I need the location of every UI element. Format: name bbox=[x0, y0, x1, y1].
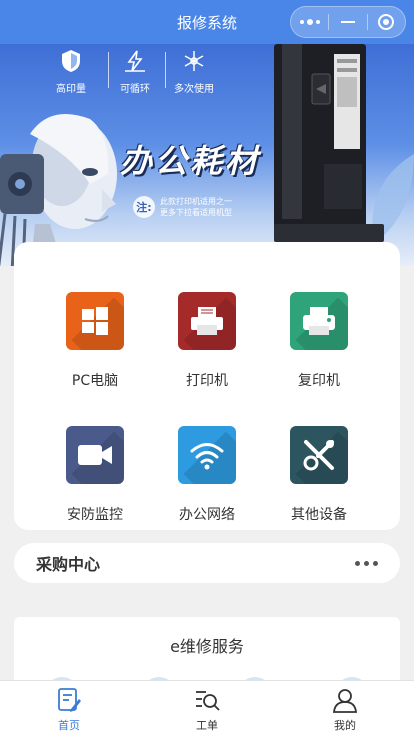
user-icon bbox=[333, 689, 357, 713]
category-grid-card: PC电脑 打印机 复印机 安防监控 办公网络 其他设备 bbox=[14, 242, 400, 530]
more-menu-button[interactable] bbox=[291, 7, 328, 37]
home-doc-icon bbox=[58, 688, 81, 712]
category-label: 安防监控 bbox=[67, 507, 123, 523]
category-security[interactable]: 安防监控 bbox=[40, 426, 150, 524]
feature-divider bbox=[108, 52, 109, 88]
category-label: 打印机 bbox=[186, 373, 228, 389]
top-nav-bar: 报修系统 bbox=[0, 0, 414, 44]
purchase-center-bar[interactable]: 采购中心 bbox=[14, 543, 400, 583]
tab-workorders[interactable]: 工单 bbox=[138, 681, 276, 736]
section-title: 采购中心 bbox=[36, 555, 101, 574]
shield-icon bbox=[58, 48, 84, 74]
close-target-icon bbox=[378, 14, 395, 30]
promo-banner[interactable]: 高印量 可循环 多次使用 办公耗材 注: 此款打印机适用之一 更多下拉看适用机型 bbox=[0, 44, 414, 266]
feature-recyclable: 可循环 bbox=[120, 48, 150, 95]
more-dots-icon[interactable] bbox=[355, 560, 378, 566]
section-title: e维修服务 bbox=[170, 637, 244, 656]
note-text: 此款打印机适用之一 更多下拉看适用机型 bbox=[160, 196, 232, 218]
category-label: PC电脑 bbox=[71, 373, 119, 389]
bottom-tab-bar: 首页 工单 我的 bbox=[0, 680, 414, 736]
category-label: 其他设备 bbox=[291, 507, 347, 523]
banner-note: 注: 此款打印机适用之一 更多下拉看适用机型 bbox=[133, 196, 232, 218]
snowflake-icon bbox=[181, 48, 207, 74]
minimize-icon bbox=[340, 21, 355, 23]
printer-icon bbox=[178, 292, 236, 350]
category-label: 办公网络 bbox=[179, 507, 235, 523]
wifi-icon bbox=[178, 426, 236, 484]
bolt-icon bbox=[122, 48, 148, 74]
note-line: 更多下拉看适用机型 bbox=[160, 208, 232, 217]
tab-label: 工单 bbox=[196, 719, 218, 732]
minimize-button[interactable] bbox=[329, 7, 366, 37]
page-title: 报修系统 bbox=[176, 13, 237, 32]
category-pc[interactable]: PC电脑 bbox=[40, 292, 150, 390]
tab-home[interactable]: 首页 bbox=[0, 681, 138, 736]
windows-icon bbox=[66, 292, 124, 350]
feature-label: 可循环 bbox=[120, 84, 150, 95]
tools-icon bbox=[290, 426, 348, 484]
note-line: 此款打印机适用之一 bbox=[160, 197, 232, 206]
robot-head-illustration bbox=[0, 114, 117, 266]
mini-program-capsule bbox=[290, 6, 406, 38]
close-button[interactable] bbox=[368, 7, 405, 37]
category-label: 复印机 bbox=[298, 373, 340, 389]
note-mark: 注: bbox=[133, 196, 155, 218]
toner-cartridge-image bbox=[274, 44, 384, 242]
banner-headline: 办公耗材 bbox=[120, 142, 261, 180]
feature-label: 多次使用 bbox=[174, 84, 214, 95]
category-printer[interactable]: 打印机 bbox=[152, 292, 262, 390]
category-other[interactable]: 其他设备 bbox=[264, 426, 374, 524]
camera-icon bbox=[66, 426, 124, 484]
feature-high-yield: 高印量 bbox=[56, 48, 86, 95]
tab-label: 我的 bbox=[334, 719, 356, 732]
tab-label: 首页 bbox=[58, 719, 80, 732]
more-dots-icon bbox=[299, 19, 320, 25]
copier-icon bbox=[290, 292, 348, 350]
search-list-icon bbox=[196, 691, 220, 711]
category-network[interactable]: 办公网络 bbox=[152, 426, 262, 524]
category-copier[interactable]: 复印机 bbox=[264, 292, 374, 390]
feature-multi-use: 多次使用 bbox=[174, 48, 214, 95]
feature-label: 高印量 bbox=[56, 84, 86, 95]
feature-divider bbox=[165, 52, 166, 88]
tab-profile[interactable]: 我的 bbox=[276, 681, 414, 736]
